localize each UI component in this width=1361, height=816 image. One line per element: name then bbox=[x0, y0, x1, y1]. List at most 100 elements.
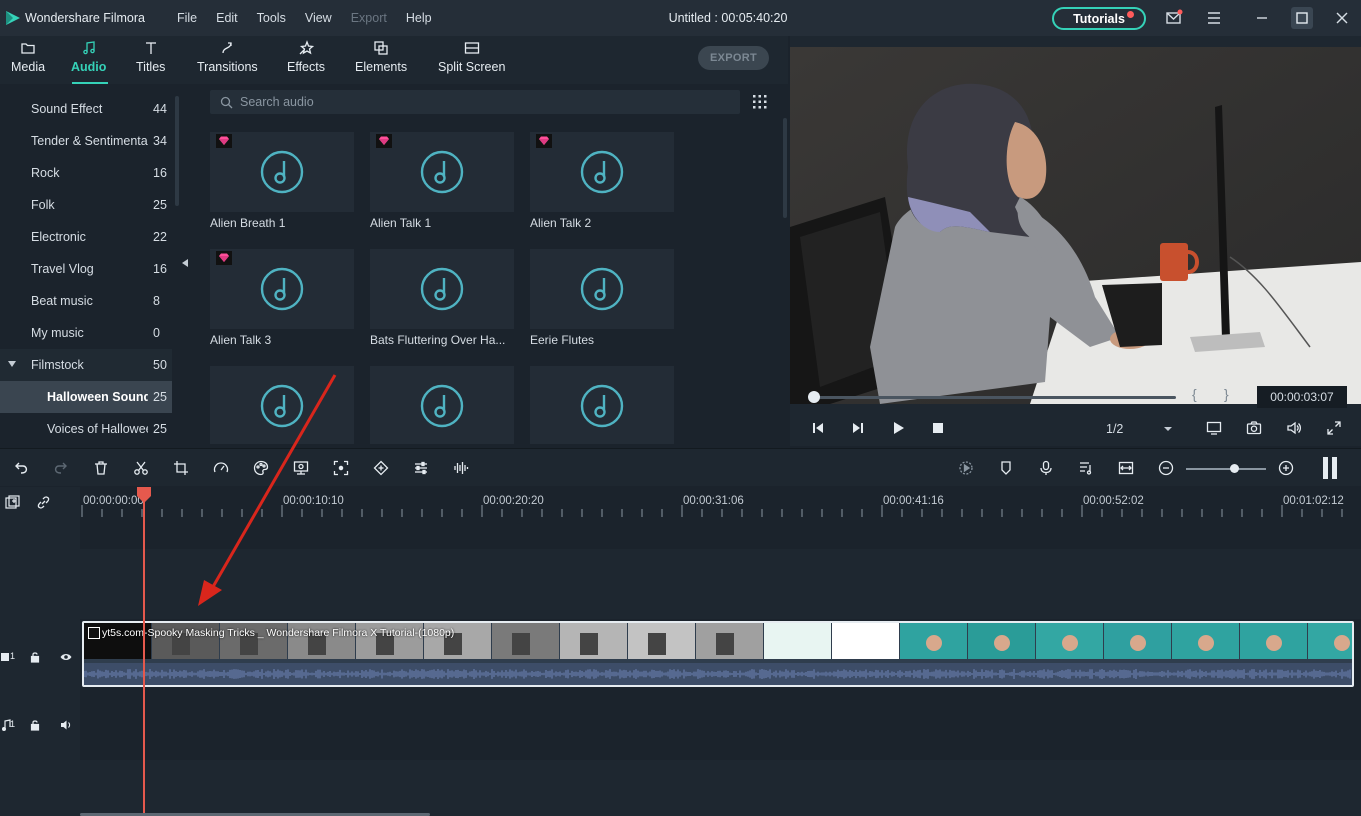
audio-thumbnail[interactable] bbox=[530, 132, 674, 212]
crop-icon[interactable] bbox=[173, 460, 189, 476]
category-item[interactable]: Electronic 22 bbox=[0, 221, 172, 253]
pause-bars-icon[interactable] bbox=[1322, 457, 1338, 479]
adjust-sliders-icon[interactable] bbox=[413, 460, 429, 476]
close-icon[interactable] bbox=[1333, 9, 1351, 27]
category-item[interactable]: Rock 16 bbox=[0, 157, 172, 189]
search-input[interactable]: Search audio bbox=[210, 90, 740, 114]
display-icon[interactable] bbox=[1206, 420, 1222, 436]
empty-track-area[interactable] bbox=[80, 549, 1361, 619]
tab-audio[interactable]: Audio bbox=[71, 40, 106, 80]
zoom-slider-handle[interactable] bbox=[1230, 464, 1239, 473]
audio-thumbnail[interactable] bbox=[530, 249, 674, 329]
timeline-ruler[interactable]: 00:00:00:00 00:00:10:10 00:00:20:20 00:0… bbox=[0, 487, 1361, 517]
audio-thumbnail[interactable] bbox=[530, 366, 674, 444]
color-palette-icon[interactable] bbox=[253, 460, 269, 476]
audio-item[interactable] bbox=[530, 366, 674, 444]
audio-thumbnail[interactable] bbox=[370, 366, 514, 444]
maximize-icon[interactable] bbox=[1291, 7, 1313, 29]
undo-icon[interactable] bbox=[13, 460, 29, 476]
audio-thumbnail[interactable] bbox=[210, 132, 354, 212]
speaker-icon[interactable] bbox=[60, 719, 72, 731]
marker-icon[interactable] bbox=[998, 460, 1014, 476]
audio-track-area[interactable] bbox=[80, 690, 1361, 760]
category-item[interactable]: Folk 25 bbox=[0, 189, 172, 221]
volume-icon[interactable] bbox=[1286, 420, 1302, 436]
menu-view[interactable]: View bbox=[305, 11, 332, 25]
tab-titles[interactable]: Titles bbox=[136, 40, 165, 80]
tab-media[interactable]: Media bbox=[11, 40, 45, 80]
tab-transitions[interactable]: Transitions bbox=[197, 40, 258, 80]
tab-effects[interactable]: Effects bbox=[287, 40, 325, 80]
sidebar-scrollbar[interactable] bbox=[175, 96, 179, 206]
zoom-out-icon[interactable] bbox=[1158, 460, 1174, 476]
category-item[interactable]: Travel Vlog 16 bbox=[0, 253, 172, 285]
playhead-line[interactable] bbox=[143, 500, 145, 816]
category-halloween-sounds[interactable]: Halloween Sounds 25 bbox=[0, 381, 172, 413]
step-forward-icon[interactable] bbox=[850, 420, 866, 436]
delete-icon[interactable] bbox=[93, 460, 109, 476]
redo-icon[interactable] bbox=[53, 460, 69, 476]
audio-item[interactable]: Eerie Flutes bbox=[530, 249, 674, 347]
export-button[interactable]: EXPORT bbox=[698, 46, 769, 70]
audio-item[interactable]: Alien Talk 3 bbox=[210, 249, 354, 347]
minimize-icon[interactable] bbox=[1253, 9, 1271, 27]
audio-thumbnail[interactable] bbox=[370, 132, 514, 212]
grid-view-icon[interactable] bbox=[753, 95, 767, 109]
render-preview-icon[interactable] bbox=[958, 460, 974, 476]
visibility-eye-icon[interactable] bbox=[60, 651, 72, 663]
menu-file[interactable]: File bbox=[177, 11, 197, 25]
menu-tools[interactable]: Tools bbox=[257, 11, 286, 25]
green-screen-icon[interactable] bbox=[293, 460, 309, 476]
tutorials-button[interactable]: Tutorials bbox=[1052, 7, 1146, 30]
menu-export[interactable]: Export bbox=[351, 11, 387, 25]
zoom-in-icon[interactable] bbox=[1278, 460, 1294, 476]
stop-icon[interactable] bbox=[930, 420, 946, 436]
audio-item[interactable]: Alien Talk 2 bbox=[530, 132, 674, 230]
category-item[interactable]: Tender & Sentimental 34 bbox=[0, 125, 172, 157]
menu-list-icon[interactable] bbox=[1205, 9, 1223, 27]
video-clip[interactable]: yt5s.com-Spooky Masking Tricks _ Wonders… bbox=[82, 621, 1354, 687]
speed-icon[interactable] bbox=[213, 460, 229, 476]
audio-item[interactable] bbox=[210, 366, 354, 444]
zoom-slider-track[interactable] bbox=[1186, 468, 1266, 470]
snapshot-camera-icon[interactable] bbox=[1246, 420, 1262, 436]
microphone-icon[interactable] bbox=[1038, 460, 1054, 476]
category-item[interactable]: Beat music 8 bbox=[0, 285, 172, 317]
split-scissors-icon[interactable] bbox=[133, 460, 149, 476]
keyframe-icon[interactable] bbox=[373, 460, 389, 476]
lock-icon[interactable] bbox=[29, 719, 41, 731]
playhead-handle-icon[interactable] bbox=[136, 487, 152, 503]
audio-thumbnail[interactable] bbox=[210, 366, 354, 444]
step-back-icon[interactable] bbox=[810, 420, 826, 436]
category-filmstock[interactable]: Filmstock 50 bbox=[0, 349, 172, 381]
category-item[interactable]: Voices of Halloween 25 bbox=[0, 413, 172, 444]
mark-out-brace[interactable]: } bbox=[1224, 386, 1229, 402]
fullscreen-icon[interactable] bbox=[1326, 420, 1342, 436]
audio-waveform-icon[interactable] bbox=[453, 460, 469, 476]
audio-thumbnail[interactable] bbox=[370, 249, 514, 329]
play-icon[interactable] bbox=[890, 420, 906, 436]
fit-timeline-icon[interactable] bbox=[1118, 460, 1134, 476]
mail-icon[interactable] bbox=[1165, 9, 1183, 27]
menu-help[interactable]: Help bbox=[406, 11, 432, 25]
preview-seek-track[interactable] bbox=[810, 396, 1176, 399]
expand-caret-icon[interactable] bbox=[8, 361, 16, 367]
empty-track-area[interactable] bbox=[80, 760, 1361, 816]
preview-seek-handle[interactable] bbox=[808, 391, 820, 403]
audio-thumbnail[interactable] bbox=[210, 249, 354, 329]
tab-elements[interactable]: Elements bbox=[355, 40, 407, 80]
menu-edit[interactable]: Edit bbox=[216, 11, 238, 25]
link-icon[interactable] bbox=[36, 495, 51, 510]
voiceover-list-icon[interactable] bbox=[1078, 460, 1094, 476]
tab-split-screen[interactable]: Split Screen bbox=[438, 40, 505, 80]
category-item[interactable]: Sound Effect 44 bbox=[0, 93, 172, 125]
add-track-icon[interactable] bbox=[5, 495, 20, 510]
grid-scrollbar[interactable] bbox=[783, 118, 787, 218]
stabilize-focus-icon[interactable] bbox=[333, 460, 349, 476]
audio-item[interactable] bbox=[370, 366, 514, 444]
audio-item[interactable]: Bats Fluttering Over Ha... bbox=[370, 249, 514, 347]
collapse-sidebar-icon[interactable] bbox=[182, 259, 188, 267]
audio-item[interactable]: Alien Breath 1 bbox=[210, 132, 354, 230]
category-item[interactable]: My music 0 bbox=[0, 317, 172, 349]
preview-quality-select[interactable]: 1/2 bbox=[1098, 419, 1180, 439]
